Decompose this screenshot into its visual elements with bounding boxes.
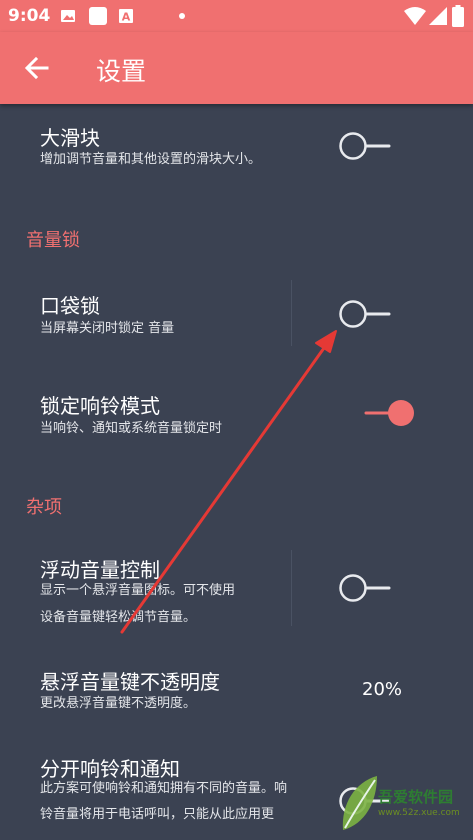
setting-title: 浮动音量控制 xyxy=(40,558,160,582)
divider xyxy=(291,280,292,346)
setting-floating-key-opacity[interactable]: 悬浮音量键不透明度 更改悬浮音量键不透明度。 20% xyxy=(0,650,473,740)
text-a-icon: A xyxy=(119,9,133,24)
status-time: 9:04 xyxy=(8,6,51,26)
opacity-value: 20% xyxy=(362,679,403,700)
large-slider-switch[interactable] xyxy=(335,126,395,166)
section-header-volume-lock: 音量锁 xyxy=(26,230,80,251)
page-title: 设置 xyxy=(96,57,147,86)
setting-summary: 更改悬浮音量键不透明度。 xyxy=(40,696,197,711)
arrow-left-icon xyxy=(24,56,49,80)
setting-lock-ringer-mode[interactable]: 锁定响铃模式 当响铃、通知或系统音量锁定时 xyxy=(0,366,473,462)
setting-summary: 当屏幕关闭时锁定 音量 xyxy=(40,321,175,336)
status-bar: 9:04 A xyxy=(0,0,473,32)
dot-icon xyxy=(179,13,185,19)
floating-volume-control-switch[interactable] xyxy=(335,568,395,608)
setting-summary-line-1: 显示一个悬浮音量图标。可不使用 xyxy=(40,583,236,598)
setting-large-slider[interactable]: 大滑块 增加调节音量和其他设置的滑块大小。 xyxy=(0,104,473,200)
divider xyxy=(291,550,292,626)
app-bar: 设置 xyxy=(0,32,473,104)
back-button[interactable] xyxy=(20,51,54,85)
pocket-lock-switch[interactable] xyxy=(335,294,395,334)
watermark-url: www.52z.xue.com xyxy=(378,808,460,818)
watermark-logo: 吾爱软件园 www.52z.xue.com xyxy=(335,770,473,840)
signal-icon xyxy=(429,7,447,25)
setting-title: 大滑块 xyxy=(40,126,100,150)
battery-icon xyxy=(452,5,464,27)
lock-ringer-mode-switch[interactable] xyxy=(360,393,420,433)
setting-summary: 当响铃、通知或系统音量锁定时 xyxy=(40,421,223,436)
setting-summary: 增加调节音量和其他设置的滑块大小。 xyxy=(40,152,262,167)
watermark-title: 吾爱软件园 xyxy=(378,788,454,806)
leaf-logo-icon xyxy=(342,776,377,830)
image-icon xyxy=(61,10,75,22)
setting-summary-line-1: 此方案可使响铃和通知拥有不同的音量。响 xyxy=(40,781,288,796)
section-header-misc: 杂项 xyxy=(26,497,62,518)
wifi-icon xyxy=(404,7,426,25)
setting-summary-line-2: 铃音量将用于电话呼叫，只能从此应用更 xyxy=(40,807,275,822)
setting-summary-line-2: 设备音量键轻松调节音量。 xyxy=(40,610,197,625)
setting-title: 锁定响铃模式 xyxy=(40,394,160,418)
setting-title: 口袋锁 xyxy=(40,294,100,318)
setting-title: 悬浮音量键不透明度 xyxy=(40,670,220,694)
setting-floating-volume-control[interactable]: 浮动音量控制 显示一个悬浮音量图标。可不使用 设备音量键轻松调节音量。 xyxy=(0,536,473,642)
square-icon xyxy=(89,7,107,25)
svg-text:A: A xyxy=(122,11,131,24)
setting-pocket-lock[interactable]: 口袋锁 当屏幕关闭时锁定 音量 xyxy=(0,266,473,362)
